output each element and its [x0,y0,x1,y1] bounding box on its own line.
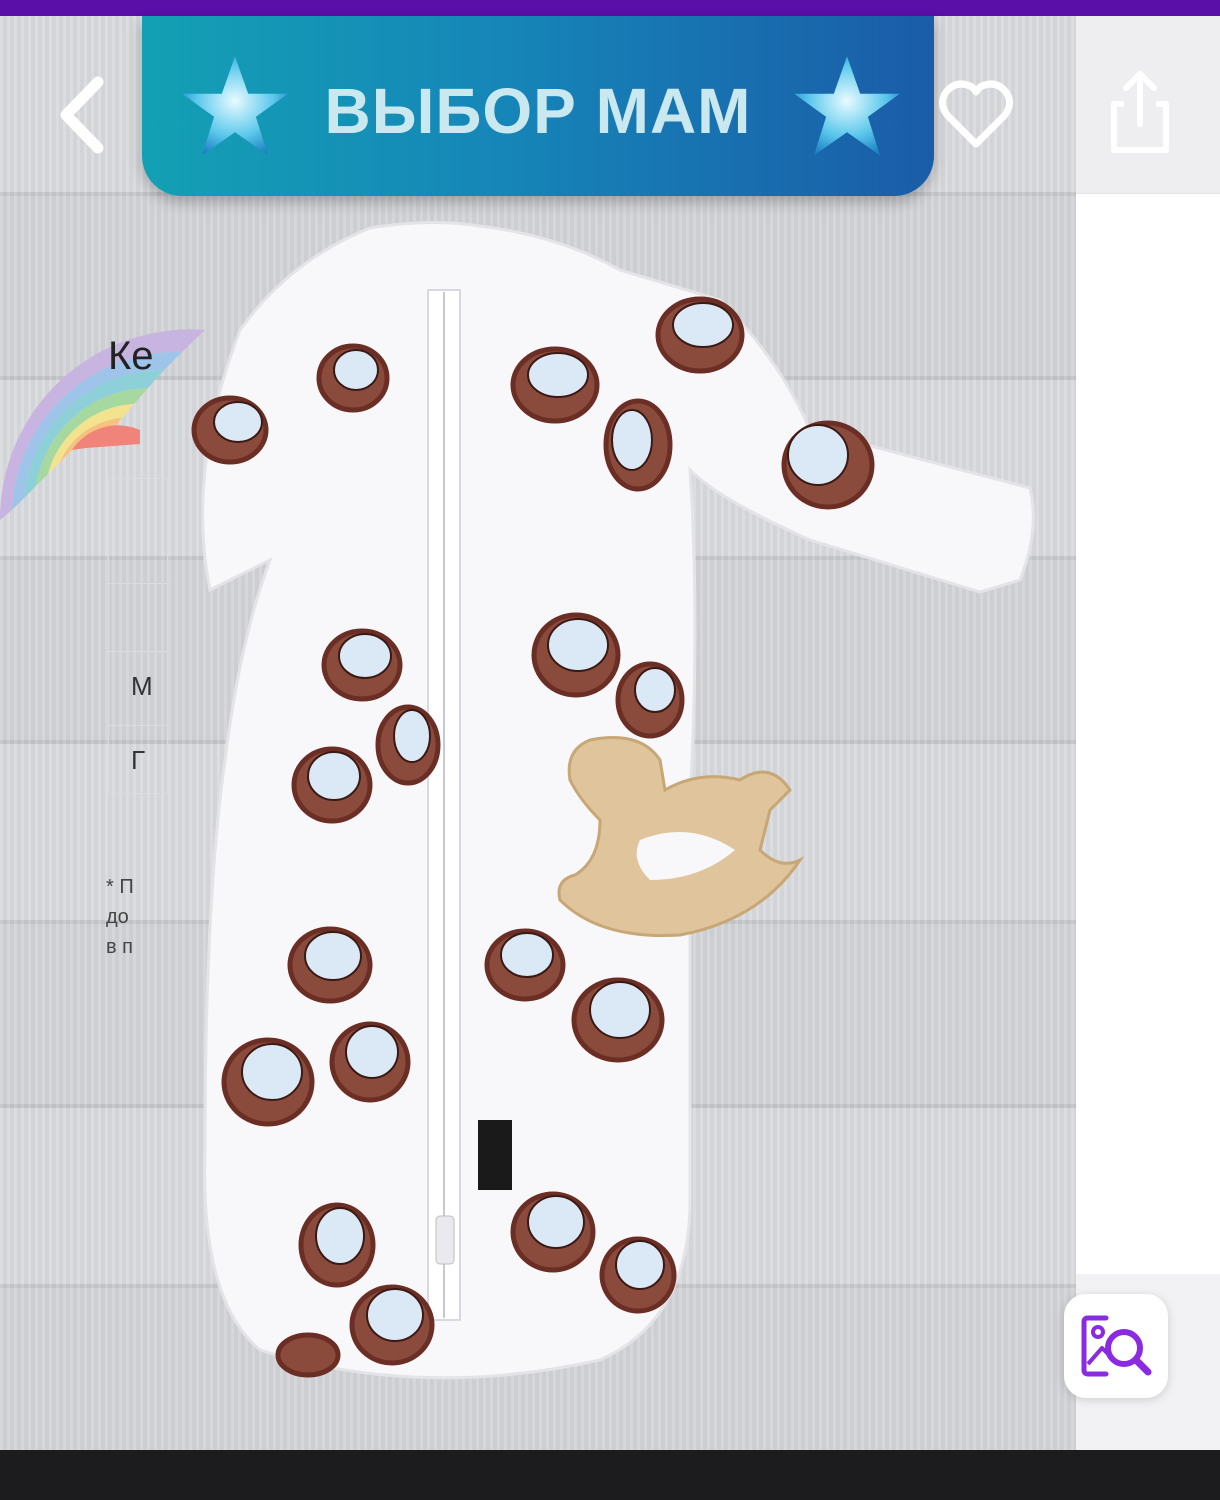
rainbow-toy [0,329,205,520]
back-button[interactable] [48,70,128,160]
chevron-left-icon [60,76,104,154]
table-cell: Г [131,745,146,775]
footnote: * П до в п [106,872,134,962]
footnote-line: * П [106,876,134,898]
table-row [109,583,169,584]
product-title-fragment: Ке [108,334,154,378]
bottom-bar [0,1450,1220,1500]
table-cell: М [131,671,153,701]
share-icon [1111,71,1169,153]
heart-outline-icon [939,80,1013,148]
top-accent-strip [0,0,1220,16]
star-icon [794,56,900,156]
table-row [109,651,169,652]
favorite-button[interactable] [936,74,1016,154]
share-button[interactable] [1100,64,1180,160]
footnote-line: до [106,906,129,928]
table-row [109,725,169,726]
image-search-icon [1081,1315,1152,1377]
panel-body [1076,194,1220,1274]
size-table: М Г [108,478,169,794]
visual-search-button[interactable] [1064,1294,1168,1398]
promo-banner: ВЫБОР МАМ [142,16,934,196]
footnote-line: в п [106,936,134,958]
product-info-panel [1076,16,1220,1450]
